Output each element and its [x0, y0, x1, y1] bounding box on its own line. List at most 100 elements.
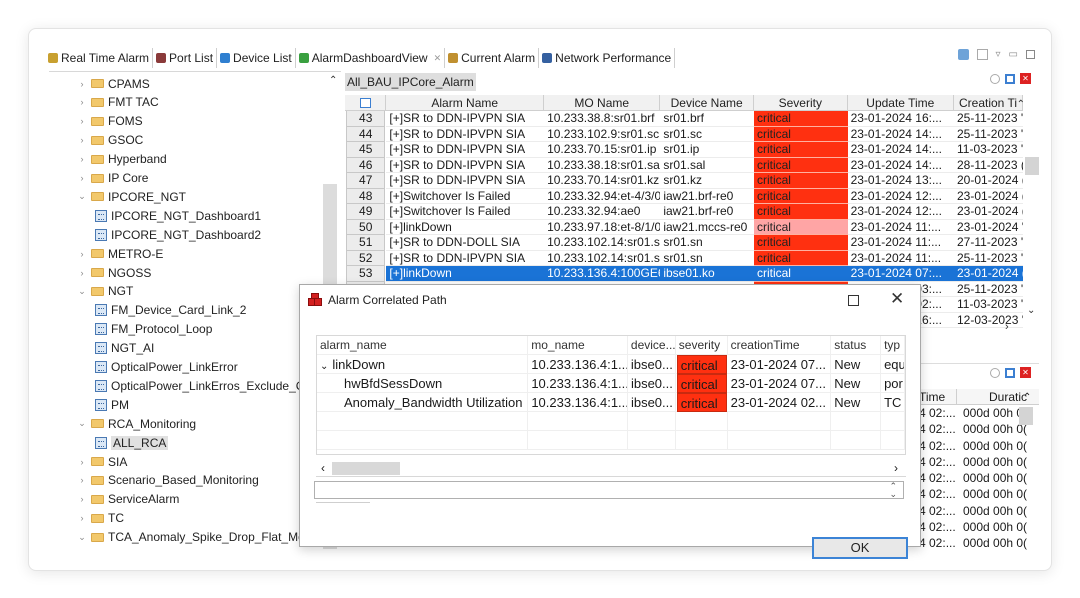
column-header[interactable]: status	[831, 336, 882, 355]
tree-folder[interactable]: ⌄ RCA_Monitoring	[77, 414, 196, 433]
table-row[interactable]: 47 [+]SR to DDN-IPVPN SIA 10.233.70.14:sr0…	[345, 173, 1023, 189]
table-row[interactable]: 4 02:... 000d 00h 0(	[919, 486, 1039, 502]
lower-scroll-up-icon[interactable]: ⌃	[1023, 392, 1031, 403]
correlated-alarm-row[interactable]: Anomaly_Bandwidth Utilization In 10.233.1…	[317, 392, 905, 412]
tab-close-icon[interactable]: ✕	[434, 53, 442, 64]
maximize-icon[interactable]	[1026, 50, 1035, 59]
table-scroll-up-icon[interactable]: ⌃	[1017, 99, 1025, 110]
locate-icon[interactable]	[990, 367, 1000, 378]
close-panel-icon[interactable]: ✕	[1020, 73, 1031, 84]
column-header[interactable]: alarm_name	[317, 336, 529, 355]
chevron-down-icon[interactable]: ⌄	[77, 191, 87, 202]
tab-device-list[interactable]: Device List	[217, 48, 296, 68]
column-header[interactable]: Alarm Name	[386, 95, 545, 110]
tab-real-time-alarm[interactable]: Real Time Alarm	[45, 48, 154, 68]
table-scrollbar-thumb[interactable]	[1025, 157, 1039, 175]
tree-dashboard[interactable]: NGT_AI	[95, 339, 154, 358]
tab-current-alarm[interactable]: Current Alarm	[445, 48, 540, 68]
table-row[interactable]: 4 02:... 000d 00h 0(	[919, 470, 1039, 486]
column-header[interactable]: Update Time	[848, 95, 955, 110]
chevron-right-icon[interactable]: ›	[77, 79, 87, 89]
column-header[interactable]: typ	[881, 336, 905, 355]
table-row[interactable]: 53[+]linkDown10.233.136.4:100GE6...ibse0…	[345, 266, 1023, 282]
scroll-left-icon[interactable]: ‹	[321, 461, 325, 475]
chevron-right-icon[interactable]: ›	[77, 97, 87, 107]
tree-dashboard[interactable]: FM_Device_Card_Link_2	[95, 301, 246, 320]
tab-alarmdashboardview[interactable]: AlarmDashboardView ✕	[295, 48, 446, 68]
table-row[interactable]: 43 [+]SR to DDN-IPVPN SIA 10.233.38.8:sr01…	[345, 111, 1023, 127]
minimize-icon[interactable]: ▭	[1009, 49, 1018, 60]
table-row[interactable]: 46 [+]SR to DDN-IPVPN SIA 10.233.38.18:sr0…	[345, 157, 1023, 173]
tree-dashboard[interactable]: IPCORE_NGT_Dashboard2	[95, 225, 261, 244]
table-row[interactable]: 44 [+]SR to DDN-IPVPN SIA 10.233.102.9:sr0…	[345, 126, 1023, 142]
tree-dashboard[interactable]: OpticalPower_LinkErros_Exclude_CSR	[95, 376, 321, 395]
dialog-maximize-button[interactable]	[848, 295, 859, 306]
tree-folder[interactable]: › Scenario_Based_Monitoring	[77, 471, 259, 490]
column-header[interactable]: mo_name	[528, 336, 628, 355]
chevron-right-icon[interactable]: ›	[77, 154, 87, 164]
chevron-right-icon[interactable]: ›	[77, 494, 87, 504]
chevron-down-icon[interactable]: ⌄	[77, 418, 87, 429]
tree-folder[interactable]: › IP Core	[77, 169, 149, 188]
scrollbar-thumb[interactable]	[332, 462, 400, 475]
table-row[interactable]: 51 [+]SR to DDN-DOLL SIA 10.233.102.14:sr0…	[345, 235, 1023, 251]
table-scroll-down-icon[interactable]: ⌄	[1027, 305, 1035, 316]
ok-button[interactable]: OK	[812, 537, 908, 559]
table-row[interactable]: 45 [+]SR to DDN-IPVPN SIA 10.233.70.15:sr0…	[345, 142, 1023, 158]
maximize-panel-icon[interactable]	[1005, 73, 1015, 84]
table-row[interactable]: 4 02:... 000d 00h 0(	[919, 519, 1039, 535]
chevron-right-icon[interactable]: ›	[77, 116, 87, 126]
table-row[interactable]: 50 [+]linkDown 10.233.97.18:et-8/1/0 iaw21.…	[345, 219, 1023, 235]
table-row[interactable]: 4 02:... 000d 00h 0(	[919, 535, 1039, 551]
table-row[interactable]: 49 [+]Switchover Is Failed 10.233.32.94:ae…	[345, 204, 1023, 220]
select-all-checkbox[interactable]	[345, 95, 387, 110]
chevron-right-icon[interactable]: ›	[77, 475, 87, 485]
correlated-alarm-row[interactable]: ⌄ linkDown 10.233.136.4:1... ibse0... critic…	[317, 354, 905, 374]
spinner-icon[interactable]: ⌃ ⌄	[889, 482, 897, 499]
chevron-down-icon[interactable]: ⌄	[77, 286, 87, 297]
tree-dashboard[interactable]: PM	[95, 395, 129, 414]
tree-folder[interactable]: › METRO-E	[77, 244, 164, 263]
scroll-right-icon[interactable]: ›	[894, 461, 898, 475]
sync-icon[interactable]	[957, 49, 969, 60]
chevron-right-icon[interactable]: ›	[77, 249, 87, 259]
column-header[interactable]: Duratic	[957, 389, 1027, 404]
tree-folder[interactable]: › SIA	[77, 452, 128, 471]
save-icon[interactable]	[976, 49, 988, 60]
column-header[interactable]: Device Name	[660, 95, 754, 110]
table-scroll-right-icon[interactable]: ›	[1005, 321, 1009, 333]
column-header[interactable]: device...	[628, 336, 676, 355]
tree-folder[interactable]: ⌄ IPCORE_NGT	[77, 187, 186, 206]
chevron-right-icon[interactable]: ›	[77, 268, 87, 278]
correlated-alarm-row[interactable]: hwBfdSessDown 10.233.136.4:1... ibse0... cr…	[317, 373, 905, 393]
view-menu-icon[interactable]: ▿	[996, 49, 1001, 60]
locate-icon[interactable]	[990, 73, 1000, 84]
dialog-close-button[interactable]: ✕	[890, 289, 904, 309]
column-header[interactable]: Severity	[754, 95, 848, 110]
column-header[interactable]: MO Name	[544, 95, 661, 110]
table-row[interactable]: 52 [+]SR to DDN-IPVPN SIA 10.233.102.14:sr…	[345, 250, 1023, 266]
tree-dashboard[interactable]: OpticalPower_LinkError	[95, 358, 238, 377]
chevron-right-icon[interactable]: ›	[77, 173, 87, 183]
chevron-right-icon[interactable]: ›	[77, 457, 87, 467]
tree-folder[interactable]: ⌄ NGT	[77, 282, 133, 301]
dialog-horizontal-scrollbar[interactable]: ‹ ›	[316, 461, 906, 477]
tree-folder[interactable]: › GSOC	[77, 131, 144, 150]
tree-dashboard[interactable]: IPCORE_NGT_Dashboard1	[95, 206, 261, 225]
expand-icon[interactable]: ⌄	[320, 361, 328, 372]
tree-dashboard[interactable]: FM_Protocol_Loop	[95, 320, 212, 339]
tree-folder[interactable]: › ServiceAlarm	[77, 490, 180, 509]
dialog-detail-field[interactable]: ⌃ ⌄	[314, 481, 904, 499]
table-row[interactable]: 4 02:... 000d 00h 0(	[919, 438, 1039, 454]
chevron-right-icon[interactable]: ›	[77, 513, 87, 523]
tree-folder[interactable]: › NGOSS	[77, 263, 152, 282]
chevron-down-icon[interactable]: ⌄	[77, 532, 87, 543]
maximize-panel-icon[interactable]	[1005, 367, 1015, 378]
tree-folder[interactable]: › CPAMS	[77, 74, 150, 93]
tab-network-performance[interactable]: Network Performance	[539, 48, 676, 68]
table-row[interactable]: 4 02:... 000d 00h 0(	[919, 503, 1039, 519]
column-header[interactable]: Time	[919, 389, 957, 404]
tree-scroll-up-icon[interactable]: ⌃	[329, 75, 337, 86]
lower-scrollbar-thumb[interactable]	[1019, 407, 1033, 425]
tree-dashboard[interactable]: ALL_RCA	[95, 433, 169, 452]
